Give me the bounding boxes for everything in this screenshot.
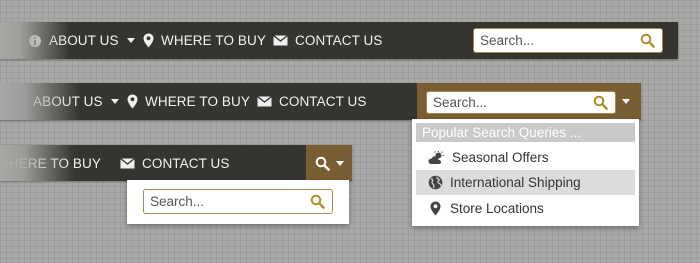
nav-about-us[interactable]: ABOUT US	[28, 22, 135, 59]
search-icon	[315, 156, 330, 171]
nav-about-us-label: ABOUT US	[49, 33, 119, 48]
dropdown-item-label: Store Locations	[450, 200, 544, 216]
map-marker-icon	[127, 94, 138, 109]
chevron-down-icon	[126, 38, 135, 43]
search-input[interactable]	[144, 194, 306, 209]
nav-where-to-buy-label: WHERE TO BUY	[0, 155, 101, 171]
nav-contact-us-label: CONTACT US	[279, 94, 367, 109]
search-icon[interactable]	[636, 33, 658, 48]
search-input[interactable]	[474, 33, 636, 48]
nav-contact-us[interactable]: CONTACT US	[120, 145, 230, 181]
search-box	[426, 91, 616, 114]
nav-where-to-buy[interactable]: WHERE TO BUY	[127, 83, 250, 120]
navbar-2: ABOUT US WHERE TO BUY CONTACT US	[0, 83, 641, 120]
map-marker-icon	[428, 201, 443, 216]
nav-about-us[interactable]: ABOUT US	[33, 83, 119, 120]
navbar-3: WHERE TO BUY CONTACT US	[0, 145, 352, 181]
map-marker-icon	[143, 33, 154, 48]
dropdown-item-label: Seasonal Offers	[452, 150, 549, 165]
nav-where-to-buy-label: WHERE TO BUY	[161, 33, 266, 48]
nav-contact-us[interactable]: CONTACT US	[273, 22, 383, 59]
nav-where-to-buy[interactable]: WHERE TO BUY	[143, 22, 266, 59]
nav-where-to-buy[interactable]: WHERE TO BUY	[0, 145, 101, 181]
search-input[interactable]	[427, 95, 589, 110]
search-suggestions-dropdown: Popular Search Queries ... Seasonal Offe…	[412, 119, 639, 226]
nav-where-to-buy-label: WHERE TO BUY	[145, 94, 250, 109]
dropdown-toggle-icon[interactable]	[622, 99, 630, 104]
nav-contact-us[interactable]: CONTACT US	[257, 83, 367, 120]
search-icon[interactable]	[589, 95, 611, 110]
dropdown-item-international-shipping[interactable]: International Shipping	[416, 170, 635, 195]
nav-contact-us-label: CONTACT US	[295, 33, 383, 48]
search-box	[143, 189, 333, 214]
search-panel	[127, 180, 349, 224]
search-box	[473, 28, 663, 53]
chevron-down-icon	[335, 160, 344, 166]
nav-contact-us-label: CONTACT US	[142, 155, 230, 171]
navbar-1: ABOUT US WHERE TO BUY CONTACT US	[0, 22, 678, 59]
envelope-icon	[257, 96, 272, 107]
dropdown-item-label: International Shipping	[450, 175, 581, 190]
dropdown-item-store-locations[interactable]: Store Locations	[416, 195, 635, 221]
search-icon[interactable]	[306, 194, 328, 209]
dropdown-header: Popular Search Queries ...	[416, 123, 635, 142]
info-icon	[28, 34, 42, 48]
envelope-icon	[273, 35, 288, 46]
chevron-down-icon	[110, 99, 119, 104]
cloud-sun-icon	[428, 150, 445, 165]
dropdown-item-seasonal-offers[interactable]: Seasonal Offers	[416, 145, 635, 170]
nav-about-us-label: ABOUT US	[33, 94, 103, 109]
envelope-icon	[120, 157, 135, 169]
globe-icon	[428, 175, 443, 190]
search-toggle-button[interactable]	[306, 145, 352, 181]
